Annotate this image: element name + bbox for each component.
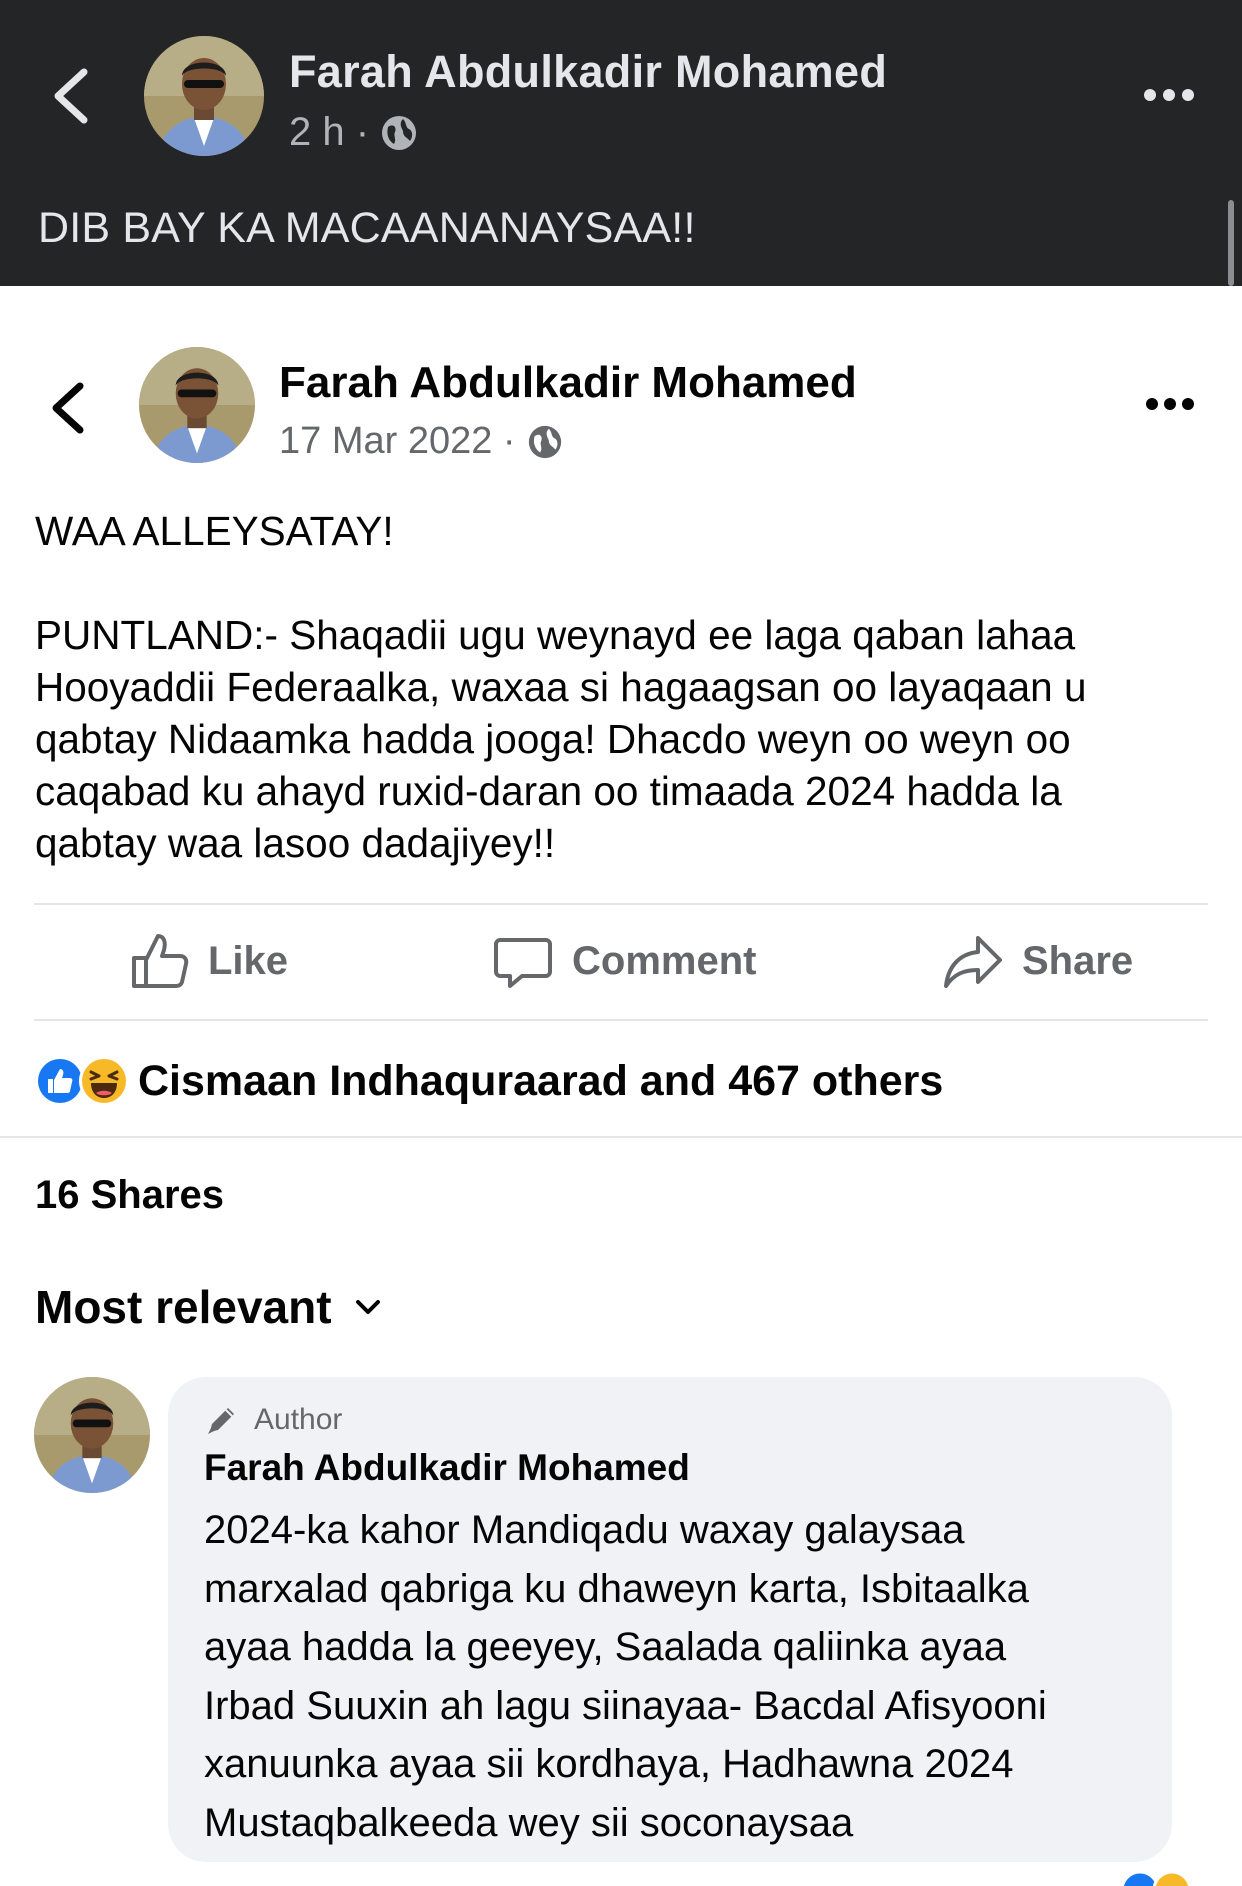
section-divider	[0, 1136, 1242, 1138]
more-options-icon[interactable]	[1142, 86, 1196, 104]
reactions-summary[interactable]: Cismaan Indhaquraarad and 467 others	[34, 1055, 943, 1107]
comment-text-line: 2024-ka kahor Mandiqadu waxay galaysaa	[204, 1508, 965, 1552]
post-caption: DIB BAY KA MACAANANAYSAA!!	[38, 204, 696, 252]
globe-icon	[382, 115, 417, 150]
author-name[interactable]: Farah Abdulkadir Mohamed	[279, 358, 857, 408]
comment-text-line: ayaa hadda la geeyey, Saalada qaliinka a…	[204, 1625, 1007, 1669]
commenter-avatar[interactable]	[34, 1377, 150, 1493]
reactions-text: Cismaan Indhaquraarad and 467 others	[138, 1056, 944, 1105]
divider	[34, 1019, 1208, 1021]
comment-reaction-icons[interactable]	[1114, 1866, 1194, 1886]
author-badge: Author	[204, 1402, 342, 1438]
author-avatar[interactable]	[139, 347, 255, 463]
post-meta: 2 h ·	[289, 110, 419, 155]
shares-count[interactable]: 16 Shares	[35, 1173, 224, 1218]
post-date: 17 Mar 2022 ·	[279, 420, 516, 462]
comment-text-line: Irbad Suuxin ah lagu siinayaa- Bacdal Af…	[204, 1683, 1047, 1728]
commenter-name[interactable]: Farah Abdulkadir Mohamed	[204, 1447, 690, 1489]
share-arrow-icon	[944, 936, 1002, 988]
post-actions-bar: Like Comment Share	[34, 906, 1208, 1016]
comment-text-line: marxalad qabriga ku dhaweyn karta, Isbit…	[204, 1566, 1029, 1611]
post-text-line: qabtay waa lasoo dadajiyey!!	[35, 820, 556, 866]
reaction-icons	[34, 1055, 130, 1107]
like-button[interactable]: Like	[128, 928, 288, 994]
top-post-header: Farah Abdulkadir Mohamed 2 h · DIB BAY K…	[0, 0, 1242, 286]
author-avatar[interactable]	[144, 36, 264, 156]
pencil-icon	[208, 1408, 234, 1434]
post-text-line: caqabad ku ahayd ruxid-daran oo timaada …	[35, 768, 1062, 814]
comment-text: 2024-ka kahor Mandiqadu waxay galaysaa m…	[204, 1501, 1154, 1852]
comment-sort-dropdown[interactable]: Most relevant	[35, 1280, 384, 1334]
comment-label: Comment	[572, 938, 757, 983]
scrollbar[interactable]	[1228, 200, 1234, 286]
like-label: Like	[208, 938, 289, 983]
share-label: Share	[1022, 938, 1134, 983]
post-body: WAA ALLEYSATAY! PUNTLAND:- Shaqadii ugu …	[35, 505, 1215, 869]
more-options-icon[interactable]	[1144, 396, 1196, 412]
author-badge-label: Author	[254, 1403, 343, 1436]
sort-label: Most relevant	[35, 1281, 332, 1333]
back-chevron-icon[interactable]	[48, 380, 88, 436]
thumbs-up-icon	[132, 934, 189, 988]
post-meta: 17 Mar 2022 ·	[279, 420, 564, 463]
post-time: 2 h ·	[289, 110, 370, 154]
share-button[interactable]: Share	[942, 928, 1133, 994]
speech-bubble-icon	[494, 938, 552, 988]
back-chevron-icon[interactable]	[48, 66, 92, 126]
haha-reaction-icon	[79, 1056, 129, 1106]
comment-text-line: Mustaqbalkeeda wey sii soconaysaa	[204, 1800, 854, 1845]
post-text-line: Hooyaddii Federaalka, waxaa si hagaagsan…	[35, 664, 1087, 710]
comment-bubble[interactable]: Author Farah Abdulkadir Mohamed 2024-ka …	[168, 1377, 1172, 1862]
globe-icon	[528, 425, 561, 458]
author-name[interactable]: Farah Abdulkadir Mohamed	[289, 46, 887, 98]
post-text-line: qabtay Nidaamka hadda jooga! Dhacdo weyn…	[35, 716, 1071, 762]
comment-button[interactable]: Comment	[492, 928, 756, 994]
post-text-line: PUNTLAND:- Shaqadii ugu weynayd ee laga …	[35, 612, 1076, 658]
post-heading: WAA ALLEYSATAY!	[35, 508, 394, 554]
chevron-down-icon	[355, 1300, 380, 1314]
divider	[34, 903, 1208, 905]
comment-text-line: xanuunka ayaa sii kordhaya, Hadhawna 202…	[204, 1742, 1014, 1786]
